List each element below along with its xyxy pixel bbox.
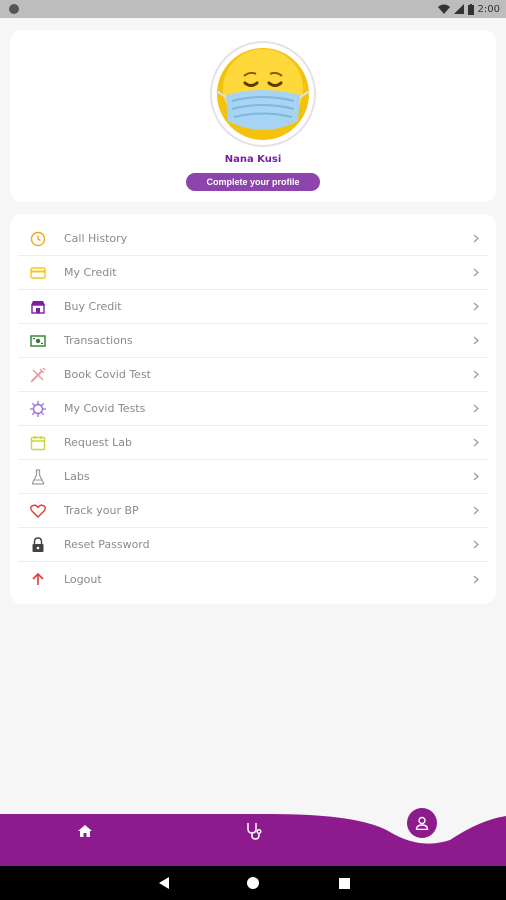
back-button[interactable] bbox=[156, 875, 172, 891]
menu-item-reset-password[interactable]: Reset Password bbox=[18, 528, 488, 562]
menu-item-label: Logout bbox=[64, 572, 102, 586]
stethoscope-icon bbox=[247, 823, 262, 840]
nav-profile[interactable] bbox=[407, 808, 437, 838]
nav-home[interactable] bbox=[72, 820, 98, 842]
arrow-up-icon bbox=[26, 569, 50, 589]
home-circle-icon bbox=[247, 877, 259, 889]
menu-item-label: Call History bbox=[64, 232, 128, 245]
menu-item-track-bp[interactable]: Track your BP bbox=[18, 494, 488, 528]
menu-item-my-covid-tests[interactable]: My Covid Tests bbox=[18, 392, 488, 426]
chevron-right-icon bbox=[470, 504, 482, 518]
masked-face-emoji bbox=[215, 48, 311, 140]
syringe-icon bbox=[26, 365, 50, 385]
menu-item-book-covid-test[interactable]: Book Covid Test bbox=[18, 358, 488, 392]
avatar[interactable] bbox=[210, 41, 316, 147]
menu-item-transactions[interactable]: Transactions bbox=[18, 324, 488, 358]
system-nav-bar bbox=[0, 866, 506, 900]
status-bar: 2:00 bbox=[0, 0, 506, 18]
menu-item-my-credit[interactable]: My Credit bbox=[18, 256, 488, 290]
menu-item-label: Reset Password bbox=[64, 538, 150, 551]
profile-name: Nana Kusi bbox=[224, 154, 282, 165]
shop-icon bbox=[26, 297, 50, 317]
menu-item-label: Buy Credit bbox=[64, 300, 122, 313]
home-icon bbox=[78, 825, 92, 837]
money-icon bbox=[26, 331, 50, 351]
chevron-right-icon bbox=[470, 232, 482, 246]
card-icon bbox=[26, 263, 50, 283]
menu-item-label: My Covid Tests bbox=[64, 402, 146, 415]
recents-icon bbox=[338, 877, 350, 889]
chevron-right-icon bbox=[470, 538, 482, 552]
chevron-right-icon bbox=[470, 334, 482, 348]
lock-icon bbox=[26, 535, 50, 555]
menu-item-labs[interactable]: Labs bbox=[18, 460, 488, 494]
menu-item-label: Labs bbox=[64, 470, 90, 483]
nav-consult[interactable] bbox=[240, 818, 268, 844]
chevron-right-icon bbox=[470, 402, 482, 416]
home-button[interactable] bbox=[245, 875, 261, 891]
menu-item-label: Track your BP bbox=[64, 504, 139, 517]
menu-item-label: Transactions bbox=[64, 334, 133, 347]
menu-item-logout[interactable]: Logout bbox=[18, 562, 488, 596]
calendar-icon bbox=[26, 433, 50, 453]
complete-profile-button[interactable]: Complete your profile bbox=[186, 173, 320, 191]
battery-icon bbox=[467, 3, 474, 15]
chevron-right-icon bbox=[470, 368, 482, 382]
chevron-right-icon bbox=[470, 470, 482, 484]
menu-card: Call History My Credit Buy Credit Transa… bbox=[10, 214, 496, 604]
menu-item-label: My Credit bbox=[64, 266, 117, 279]
menu-item-label: Book Covid Test bbox=[64, 368, 151, 381]
notification-icon bbox=[9, 4, 19, 14]
menu-item-label: Request Lab bbox=[64, 436, 133, 449]
flask-icon bbox=[26, 467, 50, 487]
profile-card: Nana Kusi Complete your profile bbox=[10, 30, 496, 202]
wifi-icon bbox=[437, 4, 450, 14]
chevron-right-icon bbox=[470, 436, 482, 450]
chevron-right-icon bbox=[470, 300, 482, 314]
heart-icon bbox=[26, 501, 50, 521]
status-time: 2:00 bbox=[477, 3, 500, 15]
chevron-right-icon bbox=[470, 266, 482, 280]
recents-button[interactable] bbox=[336, 875, 352, 891]
menu-item-request-lab[interactable]: Request Lab bbox=[18, 426, 488, 460]
back-icon bbox=[159, 877, 169, 889]
menu-item-call-history[interactable]: Call History bbox=[18, 222, 488, 256]
chevron-right-icon bbox=[470, 572, 482, 586]
signal-icon bbox=[453, 4, 464, 14]
user-icon bbox=[415, 816, 429, 830]
clock-icon bbox=[26, 229, 50, 249]
menu-item-buy-credit[interactable]: Buy Credit bbox=[18, 290, 488, 324]
virus-icon bbox=[26, 399, 50, 419]
bottom-nav bbox=[0, 800, 506, 866]
